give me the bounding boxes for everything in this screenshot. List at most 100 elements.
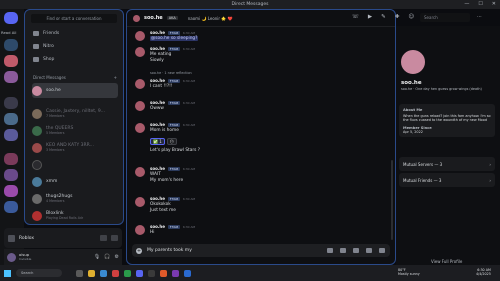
view-full-profile-link[interactable]: View Full Profile [431,259,462,264]
system-clock[interactable]: 6:30 AM 4/4/2025 [476,268,491,276]
attach-plus-icon[interactable]: + [136,247,142,254]
read-all-button[interactable]: Read All [1,30,16,35]
server-icon[interactable] [4,113,18,125]
screen-share-icon[interactable] [100,235,107,241]
message[interactable]: Let's play Brawl Stars ? [135,148,385,158]
dm-item[interactable]: xmm [32,174,118,189]
message-author[interactable]: soo.he [150,100,165,105]
dm-item[interactable]: thugs2hugs 4 Members [32,191,118,206]
message[interactable]: soo.he ✝MLB 6:30 AM WAIT My mom's here [135,166,385,188]
avatar[interactable] [135,101,145,111]
server-icon[interactable] [4,169,18,181]
weather-widget[interactable]: 80°F Mostly sunny [398,268,420,276]
avatar[interactable] [135,167,145,177]
maximize-button[interactable]: ☐ [478,0,482,9]
gear-icon[interactable]: ⚙ [115,254,119,260]
dm-item[interactable]: Bloxlink Playing Dead Rails 4dr [32,208,118,223]
dm-item[interactable]: Cassie, Jaxtery, nilltet, 9... 7 Members [32,106,118,121]
server-icon[interactable] [4,185,18,197]
gift-icon[interactable] [327,248,333,253]
avatar[interactable] [135,225,145,235]
add-friend-icon[interactable]: ✚ [395,14,400,20]
avatar[interactable] [135,123,145,133]
header-search-input[interactable]: Search [420,13,470,22]
pinned-icon[interactable]: ✎ [381,14,386,20]
avatar[interactable] [135,47,145,57]
app-icon[interactable] [172,269,179,277]
message-author[interactable]: soo.he [150,30,165,35]
message-input[interactable]: My parents took my [147,248,192,253]
server-icon[interactable] [4,201,18,213]
add-reaction-button[interactable]: 😶 [166,138,177,145]
dm-item[interactable]: the QUEERS 5 Members [32,123,118,138]
voice-call-icon[interactable]: ☏ [352,14,359,20]
gif-icon[interactable] [340,248,346,253]
avatar[interactable] [135,79,145,89]
nav-item-friends[interactable]: Friends [33,31,59,36]
microphone-icon[interactable]: 🎙 [94,254,100,260]
message-text: I cant !!?!! [150,84,173,89]
avatar[interactable] [135,31,145,41]
edge-icon[interactable] [100,269,107,277]
app-icon[interactable] [124,269,131,277]
dm-item[interactable]: KEO AND KATY 3RR... 3 Members [32,140,118,155]
avatar[interactable] [135,197,145,207]
message[interactable]: soo.he ✝MLB 6:30 AM Okokokok Just text m… [135,196,385,218]
server-icon[interactable] [4,55,18,67]
app-icon[interactable] [160,269,167,277]
message-author[interactable]: soo.he [150,46,165,51]
emoji-icon[interactable] [366,248,372,253]
server-icon[interactable] [4,129,18,141]
message-author[interactable]: soo.he [150,122,165,127]
avatar [32,108,42,119]
app-icon[interactable] [112,269,119,277]
member-since-date: Apr 5, 2022 [403,129,423,134]
message[interactable]: soo.he ✝MLB 6:30 AM Mom is home [135,122,385,136]
message-author[interactable]: soo.he [150,196,165,201]
headphones-icon[interactable]: 🎧 [104,254,110,260]
mutual-servers-row[interactable]: Mutual Servers — 3 › [399,157,495,171]
file-explorer-icon[interactable] [88,269,95,277]
message-author[interactable]: soo.he [150,224,165,229]
dm-item[interactable] [32,157,118,172]
app-icon[interactable] [148,269,155,277]
dm-search-input[interactable]: Find or start a conversation [31,14,117,23]
reaction-check[interactable]: ✅ 1 [150,138,165,145]
shop-icon [33,57,39,62]
message[interactable]: soo.he ✝MLB 6:30 AM Me eating Siowly [135,46,385,68]
discord-icon[interactable] [136,269,143,277]
server-icon[interactable] [4,39,18,51]
nav-item-nitro[interactable]: Nitro [33,44,54,49]
activity-settings-icon[interactable] [111,235,118,241]
app-icon[interactable] [184,269,191,277]
activity-panel[interactable]: Roblox [4,228,122,248]
message[interactable]: soo.he ✝MLB 6:30 AM Hi [135,224,385,238]
server-icon[interactable] [4,97,18,109]
sticker-icon[interactable] [353,248,359,253]
message-author[interactable]: soo.he [150,166,165,171]
message-author[interactable]: soo.he [150,78,165,83]
home-icon[interactable] [4,12,18,24]
message[interactable]: soo.he ✝MLB 6:30 AM Owww [135,100,385,114]
task-view-icon[interactable] [76,269,83,277]
create-dm-button[interactable]: + [114,75,117,80]
video-call-icon[interactable]: ▶ [368,14,372,20]
dm-item[interactable]: soo.he [32,83,118,98]
more-icon[interactable]: ⋯ [477,14,482,20]
server-icon[interactable] [4,71,18,83]
nav-item-shop[interactable]: Shop [33,57,54,62]
apps-icon[interactable] [379,248,385,253]
minimize-button[interactable]: — [464,0,469,9]
message-text: Me eating [150,52,172,57]
user-profile-icon[interactable]: ☺ [408,14,414,20]
taskbar-search[interactable]: Search [16,269,62,277]
chat-scrollbar[interactable] [391,160,393,240]
profile-avatar[interactable] [399,48,427,76]
windows-start-icon[interactable] [4,269,11,277]
server-icon[interactable] [4,153,18,165]
message[interactable]: soo.he ✝MLB 6:30 AM I cant !!?!! [135,78,385,92]
close-button[interactable]: ✕ [492,0,496,9]
avatar[interactable] [7,252,16,262]
mutual-friends-row[interactable]: Mutual Friends — 3 › [399,173,495,187]
message-text: Just text me [150,208,176,213]
